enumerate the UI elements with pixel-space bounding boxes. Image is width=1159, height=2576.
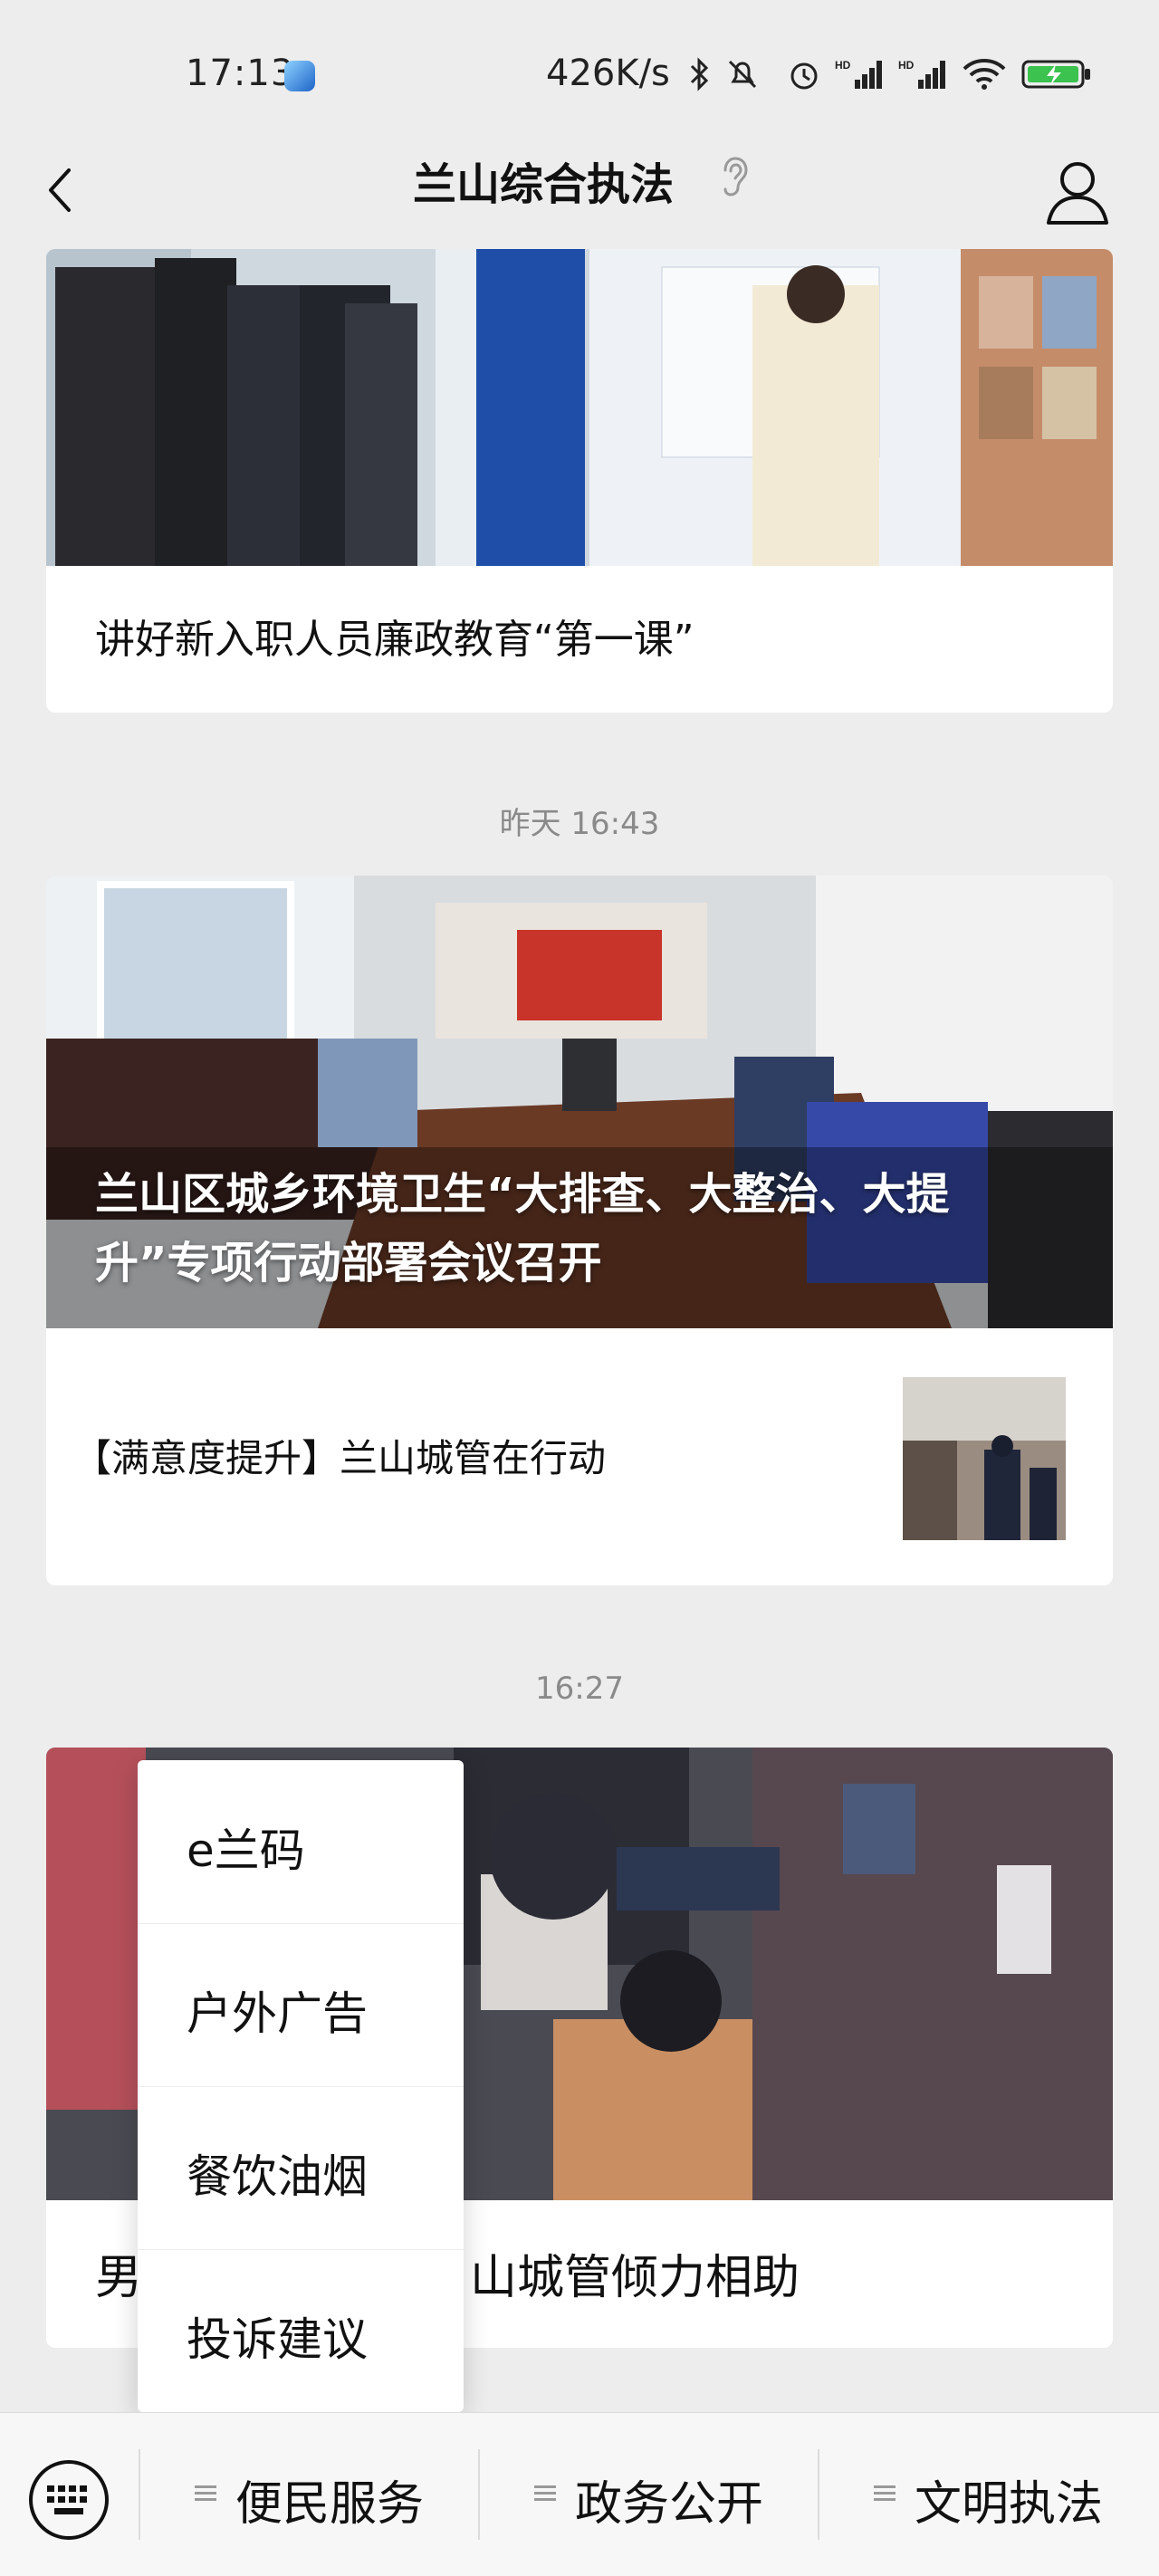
bottom-menu-bar: 便民服务 政务公开 文明执法	[0, 2412, 1159, 2576]
menu-button-label: 政务公开	[575, 2477, 764, 2532]
article-title-start: 男	[95, 2251, 143, 2305]
article-photo	[46, 249, 1113, 566]
alarm-icon	[790, 62, 818, 90]
message-timestamp: 昨天 16:43	[499, 806, 660, 842]
menu-item-label: 户外广告	[187, 1987, 368, 2040]
message-timestamp: 16:27	[535, 1671, 624, 1707]
article-title: 讲好新入职人员廉政教育“第一课”	[95, 617, 694, 663]
status-time: 17:13	[186, 53, 295, 94]
menu-button-convenience-services[interactable]: 便民服务	[140, 2413, 478, 2576]
list-item-title: 【满意度提升】兰山城管在行动	[73, 1436, 607, 1480]
menu-lines-icon	[534, 2485, 556, 2501]
submenu-popup: e兰码 户外广告 餐饮油烟 投诉建议	[138, 1760, 464, 2412]
signal-hd-icon: HD	[898, 59, 945, 89]
network-speed: 426K/s	[546, 53, 670, 94]
bluetooth-icon	[690, 57, 709, 91]
ear-icon[interactable]	[718, 156, 751, 197]
menu-lines-icon	[874, 2485, 896, 2501]
menu-button-label: 便民服务	[235, 2477, 425, 2532]
svg-text:HD: HD	[898, 59, 915, 72]
hero-title-line: 升”专项行动部署会议召开	[95, 1238, 602, 1288]
hero-article[interactable]: 兰山区城乡环境卫生“大排查、大整治、大提 升”专项行动部署会议召开	[46, 876, 1113, 1328]
app-icon	[284, 61, 315, 91]
menu-button-government-affairs[interactable]: 政务公开	[480, 2413, 818, 2576]
menu-item-label: e兰码	[187, 1824, 305, 1877]
menu-item-complaints[interactable]: 投诉建议	[138, 2249, 464, 2412]
keyboard-icon[interactable]	[27, 2458, 110, 2542]
menu-lines-icon	[195, 2485, 216, 2501]
nav-bar: 兰山综合执法	[0, 136, 1159, 249]
hero-title-line: 兰山区城乡环境卫生“大排查、大整治、大提	[95, 1169, 950, 1220]
status-bar: 17:13 426K/s HD HD	[0, 0, 1159, 154]
menu-button-label: 文明执法	[915, 2477, 1104, 2532]
hero-article-title: 兰山区城乡环境卫生“大排查、大整治、大提 升”专项行动部署会议召开	[95, 1160, 1073, 1298]
article-title-end: 山城管倾力相助	[470, 2251, 800, 2305]
mute-icon	[728, 60, 757, 89]
list-item-thumbnail	[903, 1377, 1066, 1540]
wifi-icon	[963, 59, 1006, 90]
menu-item-label: 餐饮油烟	[187, 2150, 368, 2203]
list-item[interactable]: 【满意度提升】兰山城管在行动	[46, 1328, 1113, 1585]
menu-button-civilized-enforcement[interactable]: 文明执法	[819, 2413, 1159, 2576]
menu-item-label: 投诉建议	[187, 2313, 368, 2366]
menu-item-outdoor-ads[interactable]: 户外广告	[138, 1923, 464, 2087]
battery-charging-icon	[1021, 60, 1090, 89]
svg-text:HD: HD	[835, 59, 851, 72]
article-card-group: 兰山区城乡环境卫生“大排查、大整治、大提 升”专项行动部署会议召开 【满意度提升…	[46, 876, 1113, 1585]
menu-item-cooking-fumes[interactable]: 餐饮油烟	[138, 2086, 464, 2250]
menu-item-e-lan-code[interactable]: e兰码	[138, 1760, 464, 1924]
signal-hd-icon: HD	[835, 59, 882, 89]
page-title: 兰山综合执法	[412, 159, 674, 210]
article-card[interactable]: 讲好新入职人员廉政教育“第一课”	[46, 249, 1113, 713]
user-icon[interactable]	[1039, 154, 1116, 230]
